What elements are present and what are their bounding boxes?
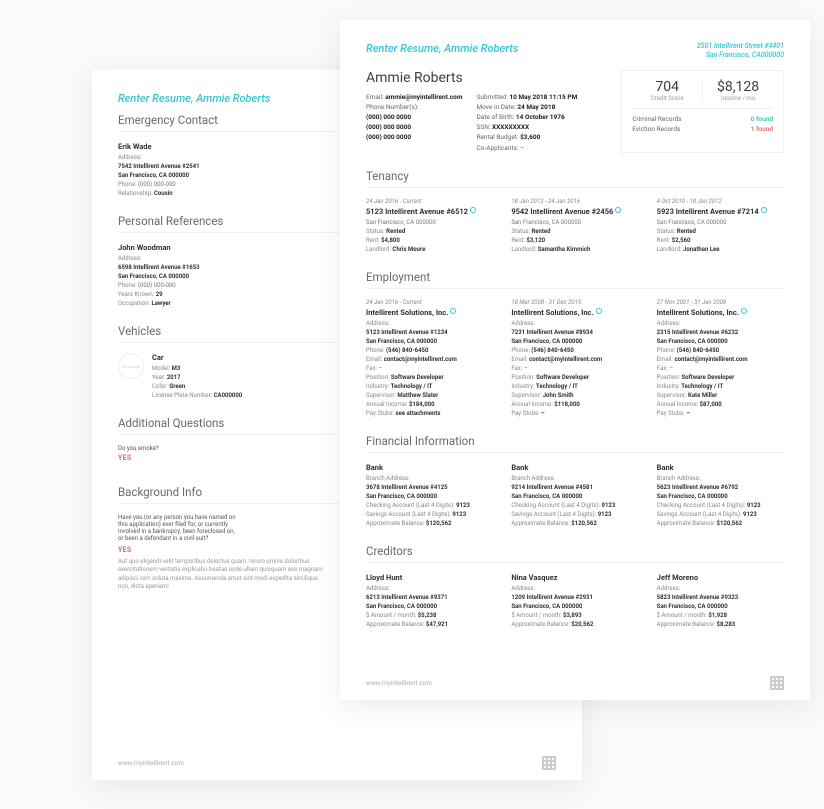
- no-image-icon: No Image: [118, 353, 144, 379]
- financial-entry: Bank Branch Address: 3678 Intellirent Av…: [366, 463, 493, 528]
- verified-icon: [470, 207, 476, 213]
- eviction-records: Eviction Records 1 found: [632, 125, 773, 133]
- verified-icon: [615, 207, 621, 213]
- section-financial: Financial Information: [366, 434, 784, 453]
- employment-entry: 24 Jan 2016 - Current Intellirent Soluti…: [366, 299, 493, 418]
- employment-entry: 18 Mar 2008 - 31 Dec 2015 Intellirent So…: [511, 299, 638, 418]
- creditor-entry: Lloyd Hunt Address: 6213 Intellirent Ave…: [366, 573, 493, 629]
- financial-entry: Bank Branch Address: 9214 Intellirent Av…: [511, 463, 638, 528]
- page-footer: www.myintellirent.com: [118, 756, 556, 770]
- financial-entry: Bank Branch Address: 5623 Intellirent Av…: [657, 463, 784, 528]
- criminal-records: Criminal Records 0 found: [632, 115, 773, 123]
- employment-entry: 27 Nov 2001 - 31 Jan 2008 Intellirent So…: [657, 299, 784, 418]
- tenancy-entry: 24 Jan 2016 - Current 5123 Intellirent A…: [366, 198, 493, 254]
- doc-title: Renter Resume, Ammie Roberts: [366, 42, 518, 55]
- applicant-summary: Ammie Roberts Email: ammie@myintellirent…: [366, 70, 605, 152]
- verified-icon: [450, 308, 456, 314]
- qr-code-icon: [542, 756, 556, 770]
- tenancy-entry: 4 Oct 2010 - 18 Jan 2012 5923 Intelliren…: [657, 198, 784, 254]
- tenancy-entry: 18 Jan 2012 - 24 Jan 2016 9542 Intellire…: [511, 198, 638, 254]
- header-address: 2501 Intellirent Street #4401San Francis…: [697, 42, 784, 60]
- section-tenancy: Tenancy: [366, 169, 784, 188]
- verified-icon: [761, 207, 767, 213]
- verified-icon: [596, 308, 602, 314]
- resume-page-1: Renter Resume, Ammie Roberts 2501 Intell…: [340, 20, 810, 700]
- score-panel: 704 Credit Score $8,128 Income / mo Crim…: [621, 70, 784, 152]
- background-entry: Have you (or any person you have named o…: [118, 514, 328, 592]
- reference: John Woodman Address: 6598 Intellirent A…: [118, 243, 328, 308]
- question-entry: Do you smoke? YES: [118, 445, 328, 469]
- creditor-entry: Nina Vasquez Address: 1209 Intellirent A…: [511, 573, 638, 629]
- applicant-name: Ammie Roberts: [366, 70, 605, 86]
- verified-icon: [741, 308, 747, 314]
- page-footer: www.myintellirent.com: [366, 676, 784, 690]
- section-creditors: Creditors: [366, 544, 784, 563]
- footer-url: www.myintellirent.com: [118, 759, 184, 767]
- qr-code-icon: [770, 676, 784, 690]
- section-employment: Employment: [366, 270, 784, 289]
- emergency-contact: Erik Wade Address: 7542 Intellirent Aven…: [118, 142, 328, 198]
- vehicle-entry: No Image Car Model: M3 Year: 2017 Color:…: [118, 353, 328, 400]
- creditor-entry: Jeff Moreno Address: 5823 Intellirent Av…: [657, 573, 784, 629]
- monthly-income: $8,128 Income / mo: [702, 79, 773, 102]
- footer-url: www.myintellirent.com: [366, 679, 432, 687]
- credit-score: 704 Credit Score: [632, 79, 702, 102]
